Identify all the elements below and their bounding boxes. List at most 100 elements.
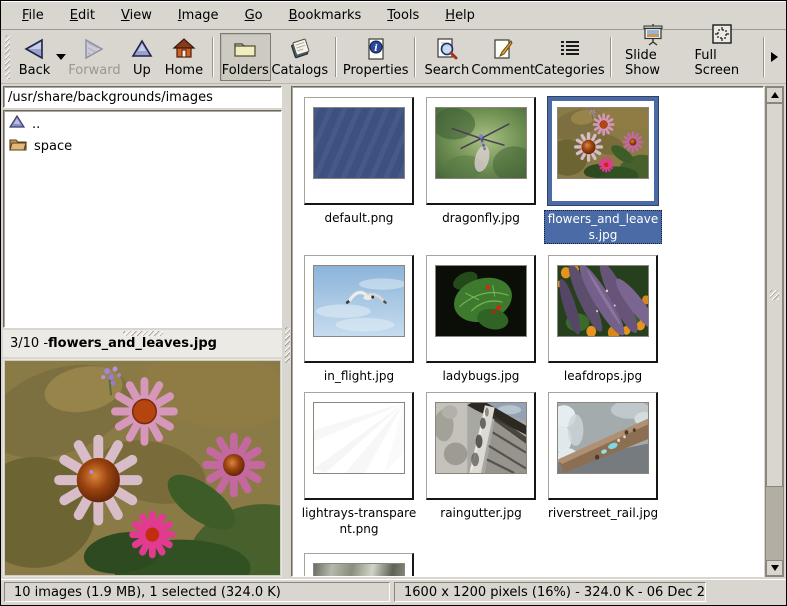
sidebar: .. space 3/10 - flowers_and_leaves.jpg [1, 84, 284, 579]
thumbnail-item[interactable] [298, 553, 420, 577]
in-flight-art [314, 266, 404, 336]
menu-tools[interactable]: Tools [374, 1, 432, 29]
slideshow-icon [640, 22, 666, 46]
menu-bookmarks[interactable]: Bookmarks [276, 1, 375, 29]
toolbar-drag-handle[interactable] [5, 35, 10, 79]
categories-icon [558, 37, 582, 61]
folder-item-space[interactable]: space [4, 135, 281, 157]
menu-help[interactable]: Help [432, 1, 488, 29]
chevron-down-icon [56, 54, 66, 60]
status-images-summary: 10 images (1.9 MB), 1 selected (324.0 K) [4, 582, 390, 602]
forward-button[interactable]: Forward [67, 33, 122, 81]
image-info-bar: 3/10 - flowers_and_leaves.jpg [3, 330, 282, 357]
chevron-right-icon [771, 52, 778, 62]
ladybugs-art [436, 266, 526, 336]
scroll-down-button[interactable] [766, 560, 783, 576]
svg-text:i: i [374, 44, 378, 54]
up-dir-icon [9, 115, 25, 133]
pane-splitter[interactable] [284, 84, 291, 579]
toolbar-overflow-button[interactable] [771, 37, 782, 77]
toolbar-separator [212, 37, 214, 77]
thumbnail-frame [304, 97, 414, 205]
menu-image[interactable]: Image [165, 1, 232, 29]
back-button[interactable]: Back [14, 33, 54, 81]
thumbnail-frame [426, 97, 536, 205]
menu-bar: File Edit View Image Go Bookmarks Tools … [1, 1, 786, 30]
thumbnail-label: default.png [325, 210, 394, 226]
toolbar-separator [610, 37, 612, 77]
categories-button[interactable]: Categories [535, 33, 604, 81]
toolbar-separator [763, 37, 765, 77]
image-position-text: 3/10 - [10, 336, 48, 351]
fullscreen-button[interactable]: Full Screen [687, 33, 757, 81]
back-history-dropdown[interactable] [54, 33, 67, 81]
default-png-art [314, 108, 404, 178]
vertical-scrollbar[interactable] [765, 86, 784, 577]
thumbnail-label: leafdrops.jpg [564, 368, 642, 384]
thumbnail-frame [304, 255, 414, 363]
comment-button[interactable]: Comment [471, 33, 535, 81]
scroll-up-button[interactable] [766, 87, 783, 103]
thumbnail-item[interactable]: leafdrops.jpg [542, 255, 664, 392]
thumbnail-label-selected: flowers_and_leaves.jpg [544, 210, 662, 244]
thumbnail-label: raingutter.jpg [440, 505, 521, 521]
up-button[interactable]: Up [122, 33, 162, 81]
comment-icon [491, 37, 515, 61]
status-image-details: 1600 x 1200 pixels (16%) - 324.0 K - 06 … [394, 582, 706, 602]
toolbar-separator [335, 37, 337, 77]
thumbnail-item[interactable]: default.png [298, 97, 420, 255]
thumbnail-frame [548, 392, 658, 500]
folders-button[interactable]: Folders [220, 33, 271, 81]
home-icon [172, 37, 196, 61]
thumbnail-item[interactable]: dragonfly.jpg [420, 97, 542, 255]
folder-item-parent[interactable]: .. [4, 113, 281, 135]
back-icon [21, 37, 47, 61]
thumbnail-item-selected[interactable]: flowers_and_leaves.jpg [542, 97, 664, 255]
properties-icon: i [364, 37, 388, 61]
app-window: File Edit View Image Go Bookmarks Tools … [0, 0, 787, 606]
dragonfly-art [436, 108, 526, 178]
catalogs-icon [287, 37, 313, 61]
thumbnail-frame [426, 392, 536, 500]
splitter-grip [285, 327, 290, 363]
thumbnail-label: riverstreet_rail.jpg [548, 505, 658, 521]
thumbnail-frame [426, 255, 536, 363]
main-area: .. space 3/10 - flowers_and_leaves.jpg [1, 84, 786, 579]
properties-button[interactable]: i Properties [343, 33, 408, 81]
thumbnail-item[interactable]: riverstreet_rail.jpg [542, 392, 664, 553]
catalogs-button[interactable]: Catalogs [271, 33, 329, 81]
thumbnail-frame [548, 255, 658, 363]
menu-edit[interactable]: Edit [57, 1, 108, 29]
thumbnail-item[interactable]: raingutter.jpg [420, 392, 542, 553]
thumbnail-item[interactable]: lightrays-transparent.png [298, 392, 420, 553]
thumbnail-grid: default.png [291, 86, 764, 577]
image-filename-text: flowers_and_leaves.jpg [48, 336, 217, 351]
slideshow-button[interactable]: Slide Show [618, 33, 687, 81]
search-icon [434, 37, 460, 61]
search-button[interactable]: Search [422, 33, 471, 81]
status-bar: 10 images (1.9 MB), 1 selected (324.0 K)… [1, 579, 786, 605]
flowers-thumb-art [558, 108, 648, 178]
pane-grip[interactable] [123, 331, 163, 336]
folder-icon [9, 137, 27, 155]
forward-icon [81, 37, 107, 61]
thumbnail-label: dragonfly.jpg [442, 210, 520, 226]
menu-go[interactable]: Go [232, 1, 276, 29]
menu-view[interactable]: View [108, 1, 165, 29]
thumbnail-frame [304, 553, 414, 577]
up-icon [130, 37, 154, 61]
image-preview [3, 359, 282, 577]
thumbnail-item[interactable]: in_flight.jpg [298, 255, 420, 392]
home-button[interactable]: Home [162, 33, 206, 81]
menu-file[interactable]: File [9, 1, 57, 29]
scrollbar-trough[interactable] [766, 487, 783, 560]
content-area: default.png [291, 84, 786, 579]
location-path-input[interactable] [3, 86, 282, 108]
fullscreen-icon [710, 22, 734, 46]
lightrays-art [314, 403, 404, 473]
thumbnail-label: lightrays-transparent.png [300, 505, 418, 537]
thumbnail-item[interactable]: ladybugs.jpg [420, 255, 542, 392]
scrollbar-thumb[interactable] [766, 103, 783, 487]
raingutter-art [436, 403, 526, 473]
thumbnail-frame [304, 392, 414, 500]
